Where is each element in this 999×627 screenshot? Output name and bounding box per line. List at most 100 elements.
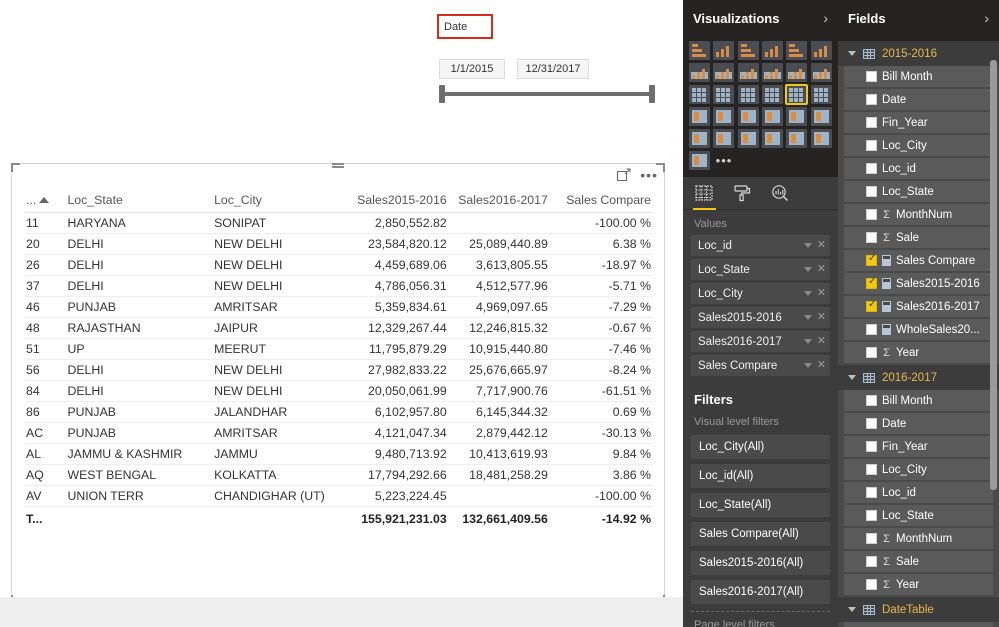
field-item[interactable]: Σ MonthNum (844, 204, 993, 225)
chevron-right-icon[interactable]: › (984, 10, 989, 26)
hundred-percent-stacked-column-icon[interactable] (810, 41, 832, 60)
column-header-loc-state[interactable]: Loc_State (67, 190, 215, 213)
area-chart-icon[interactable] (713, 63, 735, 82)
matrix-alt-icon[interactable] (786, 129, 808, 148)
visual-level-filter-card[interactable]: Sales2016-2017(All) (691, 580, 830, 604)
field-item[interactable]: Loc_id (844, 158, 993, 179)
field-checkbox[interactable] (866, 71, 877, 82)
field-item[interactable]: Fin_Year (844, 112, 993, 133)
field-item[interactable]: Loc_id (844, 482, 993, 503)
chevron-down-icon[interactable] (848, 51, 856, 56)
chevron-down-icon[interactable] (803, 243, 812, 248)
fields-table-group[interactable]: 2015-2016 (838, 41, 999, 66)
field-checkbox[interactable] (866, 579, 877, 590)
slicer-handle-left[interactable] (439, 85, 445, 103)
report-canvas[interactable]: Date 1/1/2015 12/31/2017 ••• ... Loc_Sta… (0, 0, 683, 627)
clustered-bar-chart-icon[interactable] (737, 41, 759, 60)
fields-table-group[interactable]: 2016-2017 (838, 365, 999, 390)
treemap-icon[interactable] (737, 85, 759, 104)
chevron-down-icon[interactable] (803, 315, 812, 320)
chevron-down-icon[interactable] (803, 267, 812, 272)
field-checkbox[interactable] (866, 441, 877, 452)
hundred-percent-stacked-bar-icon[interactable] (786, 41, 808, 60)
resize-handle-top-left[interactable] (11, 163, 20, 172)
field-item[interactable]: Sales2015-2016 (844, 273, 993, 294)
gauge-icon[interactable] (737, 107, 759, 126)
table-total-row[interactable]: T... 155,921,231.03 132,661,409.56 -14.92 % (25, 507, 653, 530)
field-item[interactable]: Fin_Year (844, 436, 993, 457)
field-checkbox[interactable] (866, 556, 877, 567)
field-item[interactable]: Loc_City (844, 135, 993, 156)
field-item[interactable]: Sales2016-2017 (844, 296, 993, 317)
clustered-column-chart-icon[interactable] (762, 41, 783, 60)
visual-level-filter-card[interactable]: Loc_City(All) (691, 435, 830, 459)
column-header-loc-city[interactable]: Loc_City (214, 190, 341, 213)
stacked-column-chart-icon[interactable] (713, 41, 735, 60)
field-checkbox-checked[interactable] (866, 299, 877, 312)
filled-map-icon[interactable] (689, 107, 710, 126)
kpi-icon[interactable] (810, 107, 832, 126)
field-checkbox-checked[interactable] (866, 276, 877, 289)
analytics-tab[interactable] (770, 183, 790, 203)
line-clustered-column-icon[interactable] (786, 63, 808, 82)
values-well-item[interactable]: Loc_State ✕ (691, 259, 830, 280)
field-checkbox-checked[interactable] (866, 253, 877, 266)
field-checkbox[interactable] (866, 209, 877, 220)
slicer-title-box[interactable]: Date (437, 14, 493, 39)
table-row[interactable]: 48 RAJASTHAN JAIPUR 12,329,267.44 12,246,815… (25, 317, 653, 339)
chevron-down-icon[interactable] (803, 339, 812, 344)
values-well-item[interactable]: Sales Compare ✕ (691, 355, 830, 376)
column-header-sales-compare[interactable]: Sales Compare (547, 190, 653, 213)
python-visual-icon[interactable] (762, 129, 783, 148)
field-item[interactable]: Sales Compare (844, 250, 993, 271)
format-tab[interactable] (732, 183, 752, 203)
table-visual[interactable]: ••• ... Loc_State Loc_City Sales2015-201… (11, 163, 665, 604)
chevron-down-icon[interactable] (803, 291, 812, 296)
values-well-item[interactable]: Sales2015-2016 ✕ (691, 307, 830, 328)
line-stacked-column-icon[interactable] (762, 63, 783, 82)
fields-table-group[interactable]: DateTable (838, 597, 999, 622)
field-item[interactable]: Σ Year (844, 574, 993, 595)
slicer-icon[interactable] (689, 129, 710, 148)
values-well-item[interactable]: Sales2016-2017 ✕ (691, 331, 830, 352)
remove-field-icon[interactable]: ✕ (817, 288, 826, 299)
field-item[interactable]: Bill Month (844, 390, 993, 411)
slicer-track[interactable] (441, 92, 651, 96)
sort-ascending-icon[interactable] (39, 196, 50, 203)
r-script-visual-icon[interactable] (737, 129, 759, 148)
pie-chart-icon[interactable] (713, 85, 735, 104)
more-visuals-icon[interactable]: ••• (713, 151, 734, 170)
column-header-sales2015-2016[interactable]: Sales2015-2016 (340, 190, 447, 213)
chevron-down-icon[interactable] (848, 607, 856, 612)
ribbon-chart-icon[interactable] (810, 63, 832, 82)
field-item[interactable]: WholeSales20... (844, 319, 993, 340)
table-row[interactable]: AL JAMMU & KASHMIR JAMMU 9,480,713.92 10,413… (25, 443, 653, 465)
field-item[interactable]: Date (844, 89, 993, 110)
field-checkbox[interactable] (866, 163, 877, 174)
table-row[interactable]: 86 PUNJAB JALANDHAR 6,102,957.80 6,145,344.3… (25, 401, 653, 423)
more-options-icon[interactable]: ••• (640, 168, 658, 182)
visual-level-filter-card[interactable]: Sales2015-2016(All) (691, 551, 830, 575)
field-item[interactable]: Σ Sale (844, 227, 993, 248)
matrix-icon[interactable] (810, 85, 832, 104)
field-item[interactable]: Loc_State (844, 181, 993, 202)
slicer-end-date-input[interactable]: 12/31/2017 (517, 59, 589, 79)
table-visual-icon[interactable] (785, 84, 809, 105)
field-checkbox[interactable] (866, 418, 877, 429)
map-icon[interactable] (762, 85, 783, 104)
chevron-down-icon[interactable] (848, 375, 856, 380)
stacked-bar-chart-icon[interactable] (689, 41, 710, 60)
values-well-item[interactable]: Loc_City ✕ (691, 283, 830, 304)
remove-field-icon[interactable]: ✕ (817, 312, 826, 323)
table-row[interactable]: 11 HARYANA SONIPAT 2,850,552.82 -100.00 % (25, 212, 653, 234)
donut-chart-icon[interactable] (713, 129, 735, 148)
fields-tree[interactable]: 2015-2016 Bill Month Date Fin_Year Loc_City L… (838, 41, 999, 627)
line-chart-icon[interactable] (689, 63, 710, 82)
remove-field-icon[interactable]: ✕ (817, 240, 826, 251)
resize-handle-top-middle[interactable] (332, 163, 344, 168)
column-header-sales2016-2017[interactable]: Sales2016-2017 (446, 190, 548, 213)
table-alt-icon[interactable] (810, 129, 832, 148)
remove-field-icon[interactable]: ✕ (817, 360, 826, 371)
table-row[interactable]: AV UNION TERR CHANDIGHAR (UT) 5,223,224.45 -… (25, 485, 653, 507)
field-item[interactable]: Loc_State (844, 505, 993, 526)
